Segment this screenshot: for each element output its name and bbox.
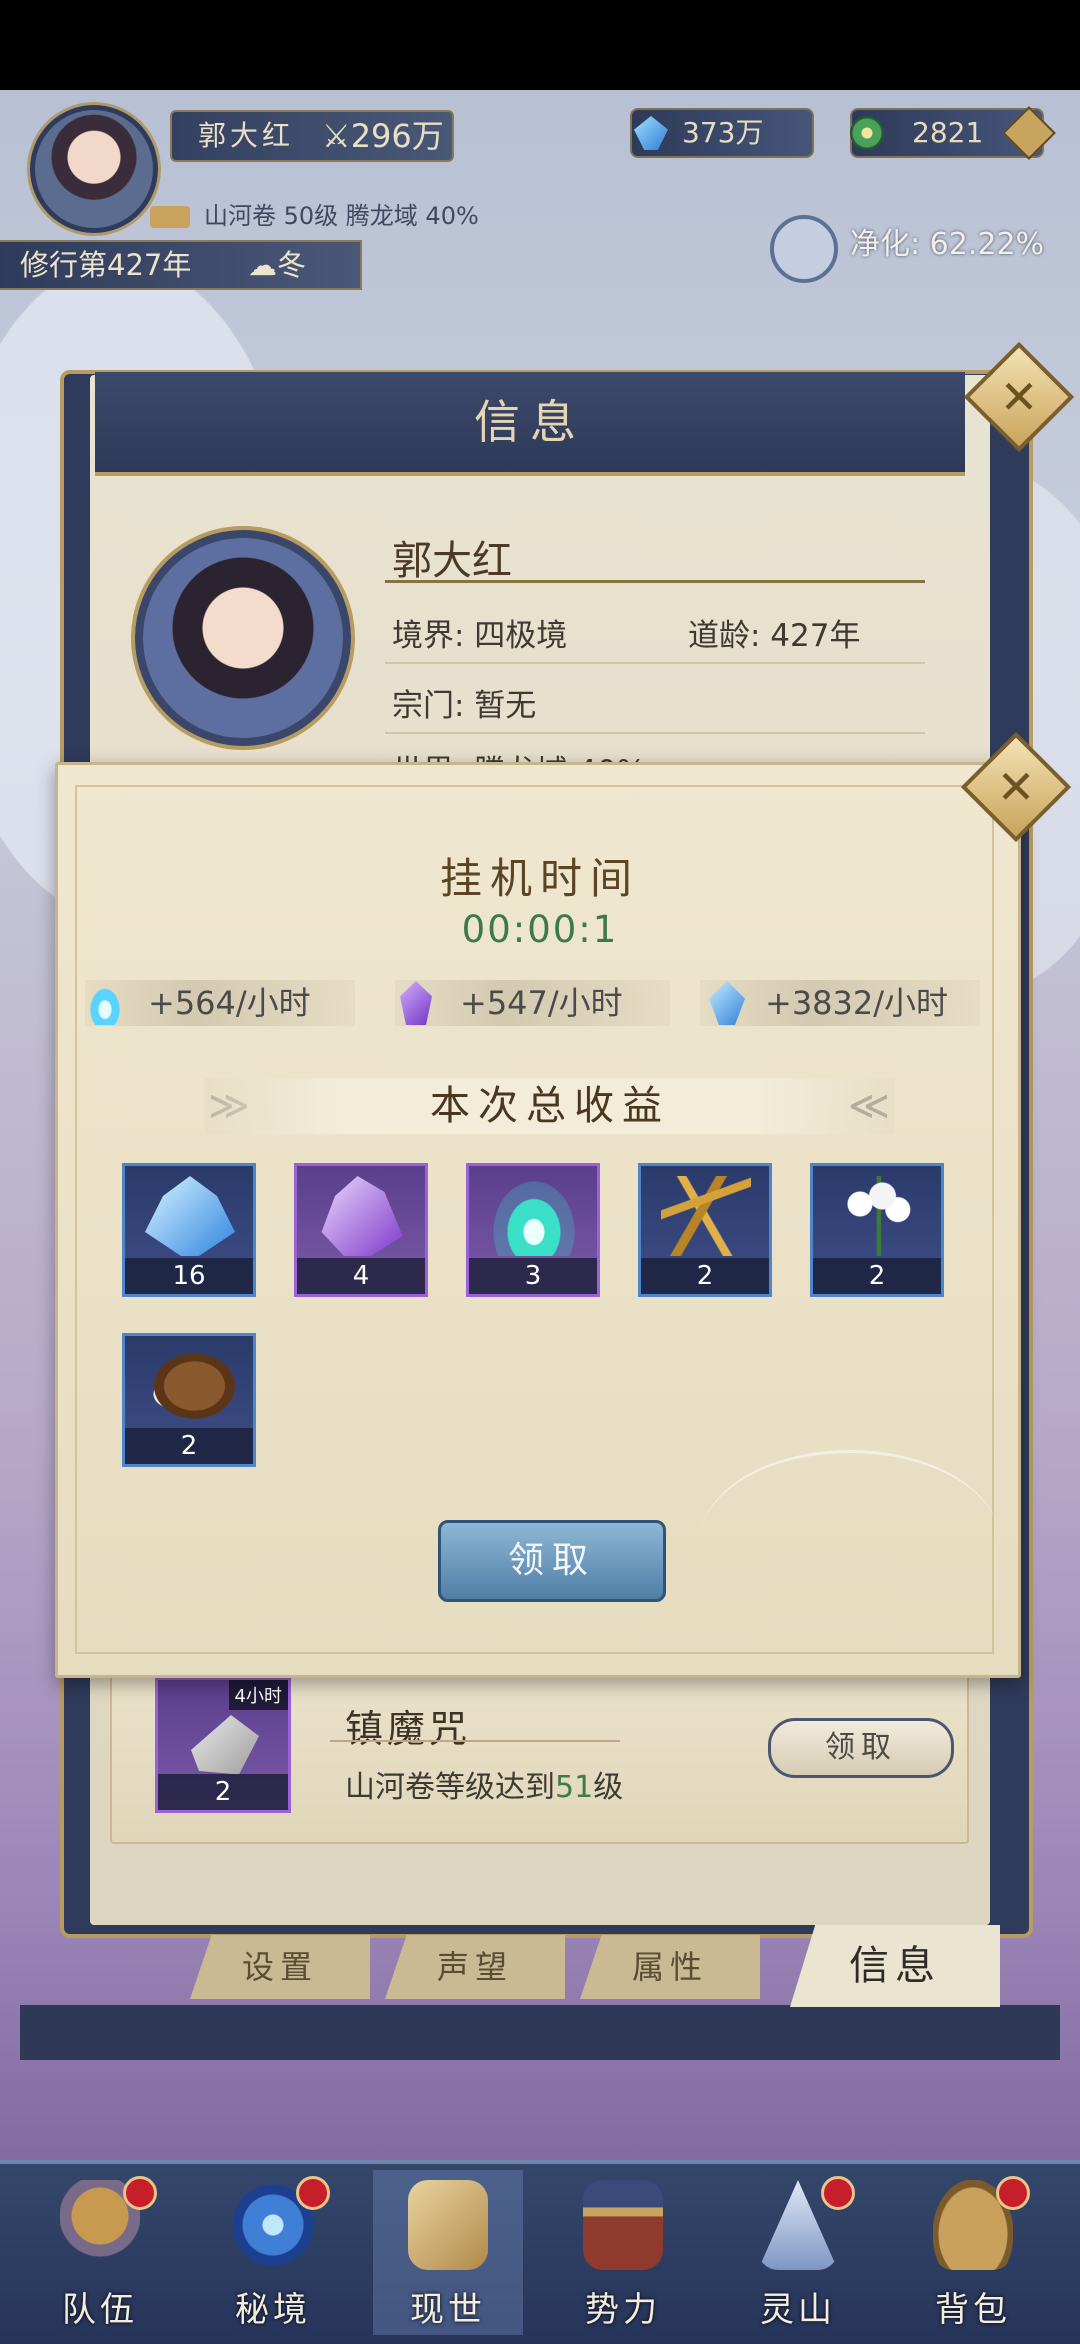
close-icon: ✕ bbox=[996, 760, 1036, 814]
reward-item[interactable]: 3 bbox=[466, 1163, 600, 1297]
nav-spirit-mountain[interactable]: 灵山 bbox=[723, 2170, 873, 2335]
divider bbox=[385, 662, 925, 664]
rate-spirit-fire: +564/小时 bbox=[148, 984, 311, 1022]
status-bar bbox=[0, 0, 1080, 90]
close-icon: ✕ bbox=[999, 370, 1039, 424]
nav-faction[interactable]: 势力 bbox=[548, 2170, 698, 2335]
white-flower-icon bbox=[833, 1176, 923, 1256]
item-count: 4 bbox=[297, 1258, 425, 1294]
panel-bottom-bar bbox=[20, 2005, 1060, 2060]
notification-dot bbox=[123, 2176, 157, 2210]
item-count: 2 bbox=[813, 1258, 941, 1294]
season-text: 冬 bbox=[277, 248, 307, 282]
rate-blue-crystal: +3832/小时 bbox=[765, 984, 949, 1022]
purple-crystal-icon bbox=[321, 1176, 403, 1256]
nav-secret-realm[interactable]: 秘境 bbox=[198, 2170, 348, 2335]
nav-label: 势力 bbox=[585, 2290, 661, 2330]
nav-label: 现世 bbox=[410, 2290, 486, 2330]
tab-reputation[interactable]: 声望 bbox=[385, 1935, 565, 1999]
quest-item-tag: 4小时 bbox=[228, 1680, 288, 1710]
wave-decoration bbox=[700, 1450, 1000, 1633]
reward-item[interactable]: 2 bbox=[638, 1163, 772, 1297]
nav-label: 队伍 bbox=[62, 2290, 138, 2330]
rate-purple-crystal: +547/小时 bbox=[460, 984, 623, 1022]
reward-item[interactable]: 16 bbox=[122, 1163, 256, 1297]
purify-text: 净化: 62.22% bbox=[850, 227, 1045, 262]
divider bbox=[330, 1740, 620, 1742]
spirit-fire-icon bbox=[85, 981, 125, 1025]
cultivation-year: 修行第427年 bbox=[20, 248, 192, 282]
quest-item-count: 2 bbox=[158, 1774, 288, 1810]
map-scroll-icon bbox=[408, 2180, 488, 2270]
nav-label: 背包 bbox=[935, 2290, 1011, 2330]
name-underline bbox=[385, 580, 925, 583]
spirit-stone-value: 373万 bbox=[682, 116, 764, 149]
item-count: 3 bbox=[469, 1258, 597, 1294]
item-count: 16 bbox=[125, 1258, 253, 1294]
quest-description: 山河卷等级达到51级 bbox=[345, 1762, 623, 1806]
notification-dot bbox=[296, 2176, 330, 2210]
reward-item[interactable]: 2 bbox=[810, 1163, 944, 1297]
profile-world: 世界: 腾龙域 40% bbox=[392, 746, 646, 762]
player-name-plate: 郭大红 ⚔296万 bbox=[170, 110, 454, 162]
spirit-stone-icon bbox=[634, 116, 668, 150]
blue-crystal-icon bbox=[145, 1176, 235, 1256]
reward-item[interactable]: 2 bbox=[122, 1333, 256, 1467]
tab-settings[interactable]: 设置 bbox=[190, 1935, 370, 1999]
idle-time: 00:00:1 bbox=[461, 908, 619, 951]
idle-title: 挂机时间 bbox=[439, 854, 640, 903]
nav-label: 秘境 bbox=[235, 2290, 311, 2330]
combat-power: ⚔296万 bbox=[322, 117, 444, 155]
cultivation-year-bar: 修行第427年 ☁冬 bbox=[0, 240, 362, 290]
item-count: 2 bbox=[641, 1258, 769, 1294]
nav-bag[interactable]: 背包 bbox=[898, 2170, 1048, 2335]
purify-icon bbox=[770, 215, 838, 283]
ore-rock-icon bbox=[145, 1346, 235, 1426]
nav-label: 灵山 bbox=[760, 2290, 836, 2330]
total-earnings-banner: 本次总收益 bbox=[205, 1078, 895, 1134]
quest-reward-item[interactable]: 4小时 2 bbox=[155, 1677, 291, 1813]
quest-claim-button[interactable]: 领取 bbox=[768, 1718, 954, 1778]
notification-dot bbox=[996, 2176, 1030, 2210]
divider bbox=[385, 732, 925, 734]
profile-name: 郭大红 bbox=[392, 538, 512, 584]
quest-title: 镇魔咒 bbox=[345, 1707, 472, 1751]
claim-button[interactable]: 领取 bbox=[438, 1520, 666, 1602]
jade-value: 2821 bbox=[912, 116, 984, 149]
quest-desc-suffix: 级 bbox=[593, 1770, 624, 1805]
tab-attributes[interactable]: 属性 bbox=[580, 1935, 760, 1999]
player-name: 郭大红 bbox=[198, 119, 295, 152]
realm-info[interactable]: 山河卷 50级 腾龙域 40% bbox=[150, 196, 479, 231]
quest-desc-prefix: 山河卷等级达到 bbox=[345, 1770, 555, 1805]
combat-power-value: 296万 bbox=[350, 117, 444, 155]
spirit-fire-icon bbox=[489, 1176, 579, 1256]
season: ☁冬 bbox=[248, 248, 307, 282]
pavilion-icon bbox=[583, 2180, 663, 2270]
quest-desc-level: 51 bbox=[555, 1770, 594, 1805]
banner-right-ornament: ≪ bbox=[848, 1083, 890, 1129]
notification-dot bbox=[821, 2176, 855, 2210]
profile-avatar bbox=[135, 530, 351, 746]
item-count: 2 bbox=[125, 1428, 253, 1464]
profile-realm: 境界: 四极境 bbox=[392, 618, 568, 654]
nav-team[interactable]: 队伍 bbox=[25, 2170, 175, 2335]
realm-info-text: 山河卷 50级 腾龙域 40% bbox=[204, 202, 479, 230]
profile-dao-age: 道龄: 427年 bbox=[688, 618, 861, 654]
tab-info[interactable]: 信息 bbox=[790, 1925, 1000, 2007]
reward-item[interactable]: 4 bbox=[294, 1163, 428, 1297]
nav-present-world[interactable]: 现世 bbox=[373, 2170, 523, 2335]
jade-icon bbox=[850, 116, 884, 150]
talisman-icon bbox=[191, 1715, 259, 1775]
golden-root-icon bbox=[661, 1176, 751, 1256]
spirit-stone-counter[interactable]: 373万 bbox=[630, 108, 814, 158]
info-panel-title: 信息 bbox=[95, 372, 965, 476]
player-avatar[interactable] bbox=[30, 105, 158, 233]
profile-sect: 宗门: 暂无 bbox=[392, 688, 537, 724]
scroll-icon bbox=[150, 206, 190, 228]
